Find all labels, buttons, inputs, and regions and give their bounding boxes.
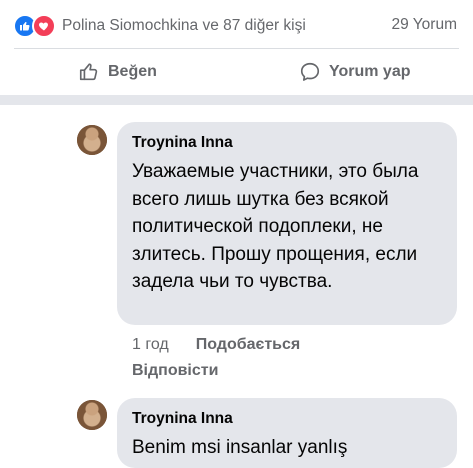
avatar-photo: [77, 400, 107, 430]
comment-time[interactable]: 1 год: [132, 336, 169, 354]
comment-button[interactable]: Yorum yap: [299, 58, 411, 86]
comment-author[interactable]: Troynina Inna: [132, 410, 233, 428]
like-button[interactable]: Beğen: [78, 58, 157, 86]
comment-text: Benim msi insanlar yanlış: [132, 437, 348, 458]
comments-count[interactable]: 29 Yorum: [392, 16, 458, 34]
comment-text: Уважаемые участники, это была всего лишь…: [132, 161, 419, 292]
comment-bubble-icon: [300, 62, 320, 81]
avatar[interactable]: [77, 400, 107, 430]
like-button-label: Beğen: [108, 63, 157, 80]
post-footer: Polina Siomochkina ve 87 diğer kişi 29 Y…: [0, 0, 473, 95]
section-separator: [0, 95, 473, 105]
comment-like-link[interactable]: Подобається: [196, 336, 301, 354]
reactions-text[interactable]: Polina Siomochkina ve 87 diğer kişi: [62, 17, 306, 35]
avatar-photo: [77, 125, 107, 155]
avatar[interactable]: [77, 125, 107, 155]
thumbs-up-icon: [79, 63, 98, 81]
love-reaction-icon: [32, 14, 56, 38]
comment-bubble: Troynina Inna Benim msi insanlar yanlış: [117, 398, 457, 468]
comment-author[interactable]: Troynina Inna: [132, 134, 233, 152]
comment-bubble: Troynina Inna Уважаемые участники, это б…: [117, 122, 457, 325]
divider: [14, 48, 459, 49]
comment-reply-link[interactable]: Відповісти: [132, 362, 218, 380]
reactions-summary[interactable]: Polina Siomochkina ve 87 diğer kişi: [13, 14, 306, 38]
comment-button-label: Yorum yap: [329, 63, 411, 80]
comment-meta: 1 год Подобається: [132, 336, 300, 354]
